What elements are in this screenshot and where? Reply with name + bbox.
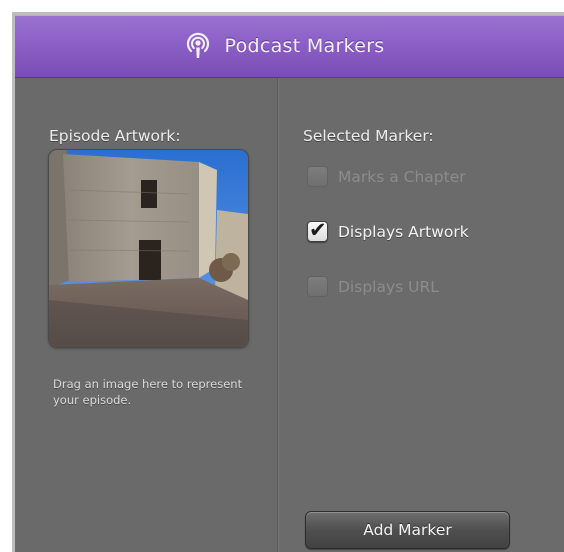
add-marker-button[interactable]: Add Marker: [305, 511, 510, 549]
displays-url-label: Displays URL: [338, 277, 439, 296]
marks-chapter-option[interactable]: Marks a Chapter: [307, 166, 466, 187]
artwork-drop-well[interactable]: [49, 150, 248, 347]
window-titlebar: Podcast Markers: [15, 15, 564, 78]
displays-artwork-option[interactable]: ✔ Displays Artwork: [307, 218, 469, 242]
podcast-icon: [184, 31, 212, 61]
displays-url-checkbox[interactable]: [307, 276, 328, 297]
displays-artwork-label: Displays Artwork: [338, 222, 469, 241]
marks-chapter-checkbox[interactable]: [307, 166, 328, 187]
selected-marker-pane: Selected Marker: Marks a Chapter ✔ Displ…: [279, 78, 564, 552]
artwork-helper-text: Drag an image here to represent your epi…: [53, 377, 243, 407]
artwork-image: [49, 150, 248, 347]
podcast-markers-window: Podcast Markers Episode Artwork: Drag an…: [12, 12, 564, 552]
episode-artwork-pane: Episode Artwork: Drag an image here to r…: [15, 78, 277, 552]
pane-divider: [277, 78, 278, 552]
marks-chapter-label: Marks a Chapter: [338, 167, 466, 186]
displays-url-option[interactable]: Displays URL: [307, 276, 439, 297]
title-group: Podcast Markers: [184, 31, 384, 61]
selected-marker-heading: Selected Marker:: [303, 127, 434, 145]
window-title: Podcast Markers: [224, 35, 385, 57]
episode-artwork-heading: Episode Artwork:: [49, 127, 181, 145]
displays-artwork-checkbox[interactable]: ✔: [307, 218, 328, 242]
checkmark-icon: ✔: [309, 218, 327, 242]
